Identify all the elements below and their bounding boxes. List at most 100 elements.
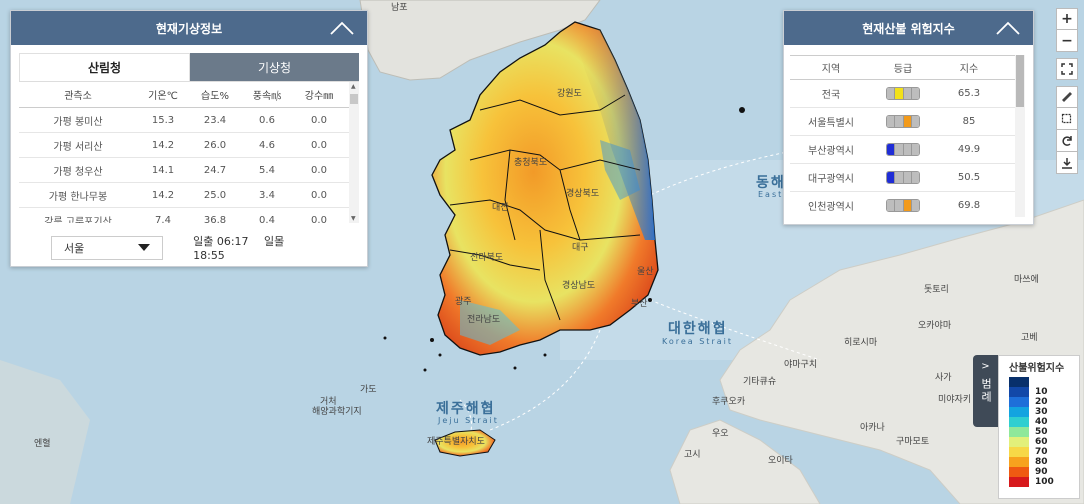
map-label: 고시: [684, 450, 701, 460]
zoom-out-button[interactable]: −: [1056, 30, 1078, 52]
weather-panel-title: 현재기상정보: [155, 21, 223, 36]
legend-item: 50: [1009, 427, 1079, 437]
column-header: 풍속㎧: [252, 91, 282, 102]
risk-panel-title: 현재산불 위험지수: [862, 21, 955, 36]
map-toolbar: + −: [1056, 8, 1078, 174]
wind-value: 4.6: [259, 139, 275, 151]
index-value: 49.9: [957, 144, 981, 155]
scroll-down-arrow-icon[interactable]: ▼: [351, 215, 356, 222]
scrollbar-thumb[interactable]: [350, 94, 358, 104]
grade-cell: [895, 88, 904, 99]
grade-cell: [903, 144, 912, 155]
tab-kma[interactable]: 기상청: [190, 53, 359, 81]
map-label: 광주: [455, 297, 472, 307]
region-select[interactable]: 서울: [51, 235, 164, 260]
wind-value: 5.4: [259, 164, 275, 176]
humidity-value: 26.0: [203, 139, 227, 151]
grade-indicator: [872, 143, 934, 156]
grade-cell: [895, 200, 904, 211]
humidity-value: 23.4: [203, 114, 227, 126]
legend-swatch: [1009, 427, 1029, 437]
index-value: 50.5: [957, 172, 981, 183]
wind-value: 3.4: [259, 189, 275, 201]
legend-item: [1009, 377, 1079, 387]
map-label: 히로시마: [844, 338, 878, 348]
table-row[interactable]: 가평 봉미산 15.3 23.4 0.6 0.0: [19, 108, 359, 133]
table-header-row: 관측소 기온℃ 습도% 풍속㎧ 강수㎜: [19, 82, 359, 108]
map-label: 후쿠오카: [712, 397, 746, 407]
legend-swatch: [1009, 437, 1029, 447]
table-row[interactable]: 가평 한나무봉 14.2 25.0 3.4 0.0: [19, 183, 359, 208]
table-row[interactable]: 강릉 고루포기산 7.4 36.8 0.4 0.0: [19, 208, 359, 224]
weather-tabs: 산림청 기상청: [19, 53, 359, 81]
map-label: 야마구치: [784, 360, 818, 370]
table-row[interactable]: 서울특별시 85: [790, 108, 1025, 136]
map-label: 해양과학기지: [312, 407, 362, 417]
download-icon[interactable]: [1056, 152, 1078, 174]
table-row[interactable]: 인천광역시 69.8: [790, 192, 1025, 217]
collapse-chevron-up-icon[interactable]: [995, 19, 1021, 37]
legend: 산불위험지수 10 20 30 40 50 60 70 80 90 100: [998, 355, 1080, 499]
legend-value: 30: [1035, 407, 1048, 417]
column-header: 습도%: [201, 91, 229, 102]
map-label: 사가: [935, 373, 952, 383]
table-row[interactable]: 가평 청우산 14.1 24.7 5.4 0.0: [19, 158, 359, 183]
weather-table: 관측소 기온℃ 습도% 풍속㎧ 강수㎜ 가평 봉미산 15.3 23.4 0.6…: [19, 81, 359, 223]
rain-value: 0.0: [311, 114, 327, 126]
table-row[interactable]: 부산광역시 49.9: [790, 136, 1025, 164]
map-label: 부산: [631, 299, 648, 309]
fullscreen-icon[interactable]: [1056, 58, 1078, 80]
grade-indicator: [872, 87, 934, 100]
map-label: 경상북도: [566, 189, 600, 199]
map-label: 울산: [637, 267, 654, 277]
grade-indicator: [872, 199, 934, 212]
grade-cell: [911, 172, 919, 183]
legend-swatch: [1009, 467, 1029, 477]
collapse-chevron-up-icon[interactable]: [329, 19, 355, 37]
legend-swatch: [1009, 457, 1029, 467]
station-name: 가평 서리산: [53, 141, 103, 153]
table-row[interactable]: 대구광역시 50.5: [790, 164, 1025, 192]
map-label: 미야자키: [938, 395, 972, 405]
table-scrollbar[interactable]: ▲ ▼: [349, 82, 359, 223]
risk-table-scrollbar[interactable]: [1015, 55, 1025, 217]
grade-bar: [886, 115, 920, 128]
risk-table: 지역 등급 지수 전국 65.3 서울특별시 85 부산광역시 49.9 대구광역시 50.5…: [790, 55, 1025, 217]
refresh-icon[interactable]: [1056, 130, 1078, 152]
zoom-in-button[interactable]: +: [1056, 8, 1078, 30]
legend-value: 100: [1035, 477, 1054, 487]
tab-forest-service[interactable]: 산림청: [19, 53, 190, 81]
grade-cell: [887, 88, 896, 99]
legend-item: 20: [1009, 397, 1079, 407]
legend-toggle-button[interactable]: > 범례: [973, 355, 998, 427]
grade-cell: [895, 144, 904, 155]
table-row[interactable]: 가평 서리산 14.2 26.0 4.6 0.0: [19, 133, 359, 158]
grade-bar: [886, 87, 920, 100]
legend-title: 산불위험지수: [1009, 363, 1065, 374]
scrollbar-thumb[interactable]: [1016, 55, 1024, 107]
scroll-up-arrow-icon[interactable]: ▲: [351, 83, 356, 90]
map-label: 가도: [360, 385, 377, 395]
legend-item: 10: [1009, 387, 1079, 397]
column-header: 강수㎜: [304, 91, 334, 102]
temperature-value: 14.2: [151, 189, 175, 201]
station-name: 가평 한나무봉: [48, 191, 108, 203]
grade-cell: [911, 116, 919, 127]
area-measure-icon[interactable]: [1056, 108, 1078, 130]
grade-cell: [903, 172, 912, 183]
table-row[interactable]: 전국 65.3: [790, 80, 1025, 108]
sea-label: 제주해협: [436, 401, 496, 417]
column-header: 관측소: [64, 91, 92, 102]
ruler-icon[interactable]: [1056, 86, 1078, 108]
grade-cell: [903, 88, 912, 99]
index-value: 69.8: [957, 200, 981, 211]
legend-value: 80: [1035, 457, 1048, 467]
wind-value: 0.4: [259, 214, 275, 224]
grade-cell: [911, 200, 919, 211]
station-name: 가평 봉미산: [53, 116, 103, 128]
column-header: 지수: [959, 64, 979, 75]
grade-indicator: [872, 115, 934, 128]
legend-value: 40: [1035, 417, 1048, 427]
caret-down-icon: [138, 243, 151, 251]
legend-swatch: [1009, 477, 1029, 487]
